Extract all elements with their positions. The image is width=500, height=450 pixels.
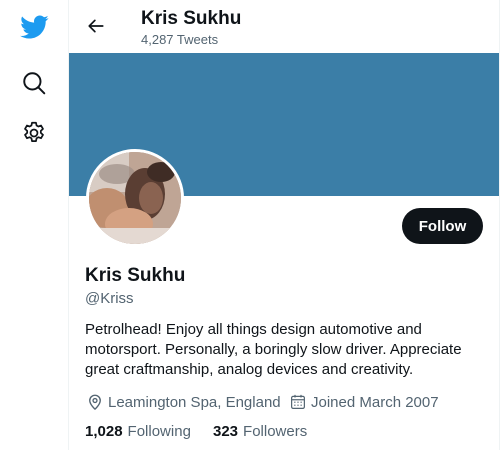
following-count: 1,028 (85, 423, 123, 440)
calendar-icon (288, 392, 308, 412)
avatar[interactable] (86, 149, 184, 247)
twitter-bird-icon (20, 15, 49, 39)
followers-label: Followers (243, 423, 308, 440)
location-pin-icon (85, 392, 105, 412)
joined-text: Joined March 2007 (311, 393, 439, 411)
profile-display-name: Kris Sukhu (85, 265, 186, 286)
following-link[interactable]: 1,028 Following (85, 423, 191, 440)
profile-handle: @Kriss (85, 290, 134, 307)
following-label: Following (127, 423, 191, 440)
search-icon (23, 72, 46, 95)
followers-link[interactable]: 323 Followers (213, 423, 307, 440)
followers-count: 323 (213, 423, 239, 440)
profile-bio: Petrolhead! Enjoy all things design auto… (85, 321, 462, 378)
profile-joined-date: Joined March 2007 (288, 392, 439, 412)
avatar-photo (89, 152, 181, 244)
back-button[interactable] (79, 8, 113, 44)
left-nav-rail (0, 0, 69, 450)
header-tweet-count: 4,287 Tweets (141, 32, 219, 47)
profile-location: Leamington Spa, England (85, 392, 281, 412)
header-title: Kris Sukhu (141, 8, 242, 29)
profile-header: Kris Sukhu 4,287 Tweets (69, 0, 499, 53)
follow-button[interactable]: Follow (402, 208, 483, 244)
back-arrow-icon (88, 19, 104, 33)
nav-settings-button[interactable] (14, 113, 54, 153)
location-text: Leamington Spa, England (108, 393, 281, 411)
nav-search-button[interactable] (14, 63, 54, 103)
profile-main-column: Kris Sukhu 4,287 Tweets Follow Kris Sukh… (69, 0, 500, 450)
gear-icon (24, 121, 44, 142)
twitter-logo-link[interactable] (14, 7, 54, 47)
